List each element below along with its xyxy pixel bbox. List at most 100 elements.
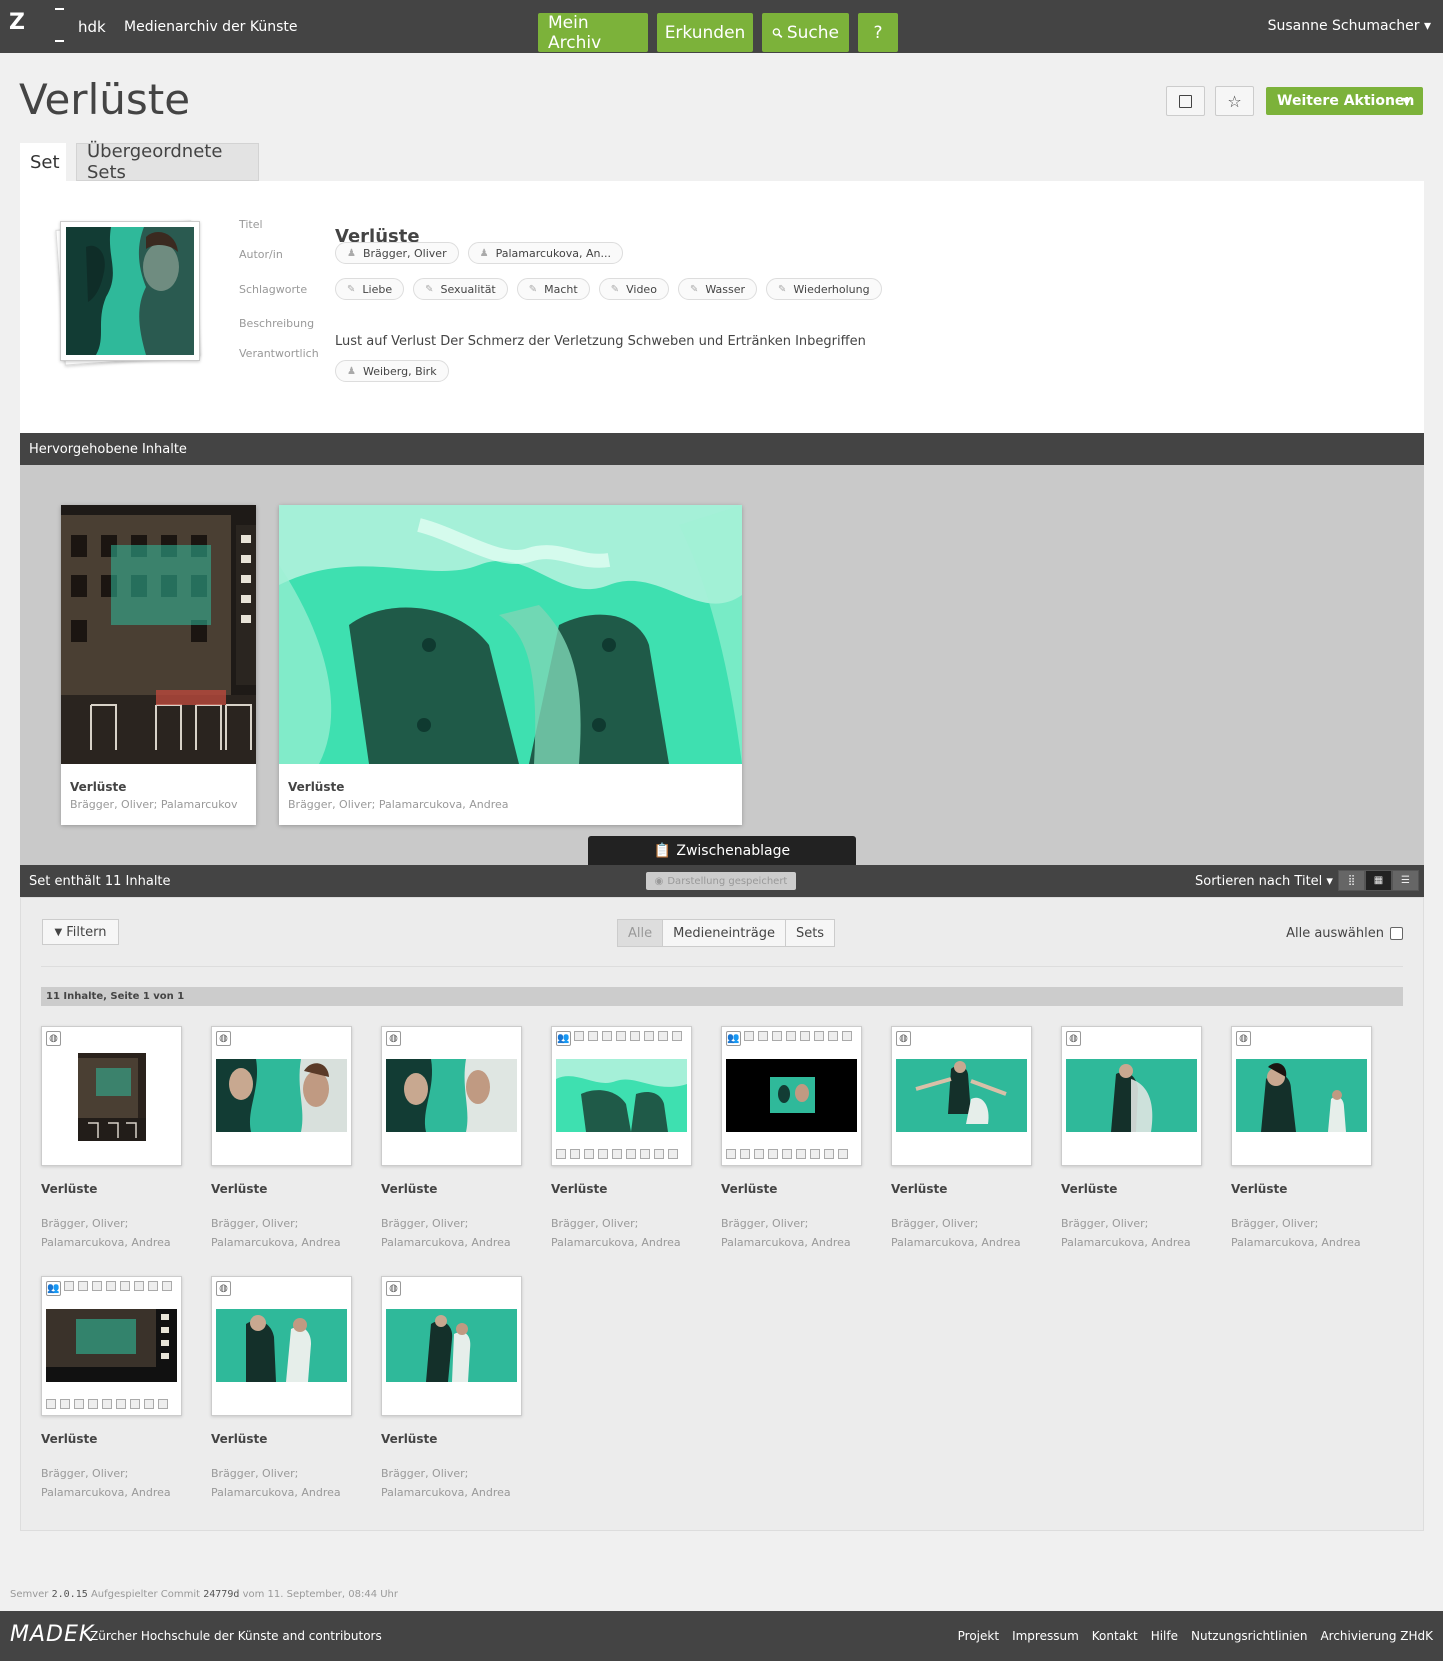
keyword-chip[interactable]: ✎ Video — [598, 278, 669, 300]
person-icon: ♟ — [347, 365, 356, 377]
footer-link-archivierung[interactable]: Archivierung ZHdK — [1320, 1629, 1433, 1643]
view-saved-badge: ◉ Darstellung gespeichert — [646, 872, 796, 890]
page-info: 11 Inhalte, Seite 1 von 1 — [41, 987, 1403, 1006]
grid-item-set[interactable]: 👥 Verlüste Brägger, Oliver; Palamarcukov… — [551, 1026, 692, 1256]
select-checkbox-button[interactable] — [1166, 86, 1205, 116]
keyword-chip[interactable]: ✎ Liebe — [335, 278, 405, 300]
media-thumbnail — [386, 1059, 517, 1132]
filter-button[interactable]: ▼ Filtern — [42, 919, 119, 945]
footer-link-nutzungsrichtlinien[interactable]: Nutzungsrichtlinien — [1191, 1629, 1307, 1643]
highlight-image — [279, 505, 742, 764]
label-keywords: Schlagworte — [239, 283, 308, 296]
view-list-icon[interactable]: ☰ — [1392, 870, 1419, 891]
main-nav: Mein Archiv Erkunden Suche ? — [538, 13, 898, 53]
caret-down-icon: ▼ — [1402, 94, 1411, 108]
brand-title[interactable]: Medienarchiv der Künste — [124, 19, 298, 35]
footer-link-hilfe[interactable]: Hilfe — [1151, 1629, 1178, 1643]
more-actions-button[interactable]: Weitere Aktionen ▼ — [1266, 87, 1423, 115]
keyword-chip[interactable]: ✎ Macht — [516, 278, 590, 300]
author-chips: ♟ Brägger, Oliver ♟ Palamarcukova, An... — [335, 242, 623, 264]
clipboard-button[interactable]: 📋 Zwischenablage — [588, 836, 856, 866]
grid-item-set[interactable]: 👥 Verlüste Brägger, Oliver; Palamarcukov… — [41, 1276, 182, 1506]
tag-icon: ✎ — [778, 283, 787, 295]
label-author: Autor/in — [239, 248, 283, 261]
grid-item[interactable]: ◍ Verlüste Brägger, Oliver; Palamarcukov… — [41, 1026, 182, 1256]
search-icon — [772, 27, 783, 38]
brand-hdk[interactable]: hdk — [78, 18, 106, 36]
keyword-chips: ✎ Liebe ✎ Sexualität ✎ Macht ✎ Video ✎ Wasser… — [335, 278, 882, 300]
type-segmented-control: Alle Medieneinträge Sets — [617, 919, 836, 947]
media-thumbnail — [896, 1059, 1027, 1132]
clipboard-icon: 📋 — [653, 843, 672, 859]
zhdk-logo[interactable]: Z — [9, 10, 25, 35]
keyword-chip[interactable]: ✎ Wasser — [677, 278, 757, 300]
media-thumbnail — [46, 1309, 177, 1382]
tab-parent-sets[interactable]: Übergeordnete Sets — [76, 141, 259, 183]
build-info: Semver 2.0.15 Aufgespielter Commit 24779… — [10, 1589, 398, 1600]
highlight-image — [61, 505, 256, 764]
group-icon: 👥 — [726, 1031, 741, 1046]
keyword-chip[interactable]: ✎ Wiederholung — [766, 278, 882, 300]
label-title: Titel — [239, 218, 263, 231]
tag-icon: ✎ — [425, 283, 434, 295]
meta-description-value: Lust auf Verlust Der Schmerz der Verletz… — [335, 334, 866, 349]
highlight-card[interactable]: Verlüste Brägger, Oliver; Palamarcukov — [61, 505, 256, 825]
grid-item[interactable]: ◍ Verlüste Brägger, Oliver; Palamarcukov… — [211, 1026, 352, 1256]
footer-link-kontakt[interactable]: Kontakt — [1092, 1629, 1138, 1643]
favorite-button[interactable]: ☆ — [1215, 86, 1254, 116]
footer-link-projekt[interactable]: Projekt — [958, 1629, 999, 1643]
responsible-chip[interactable]: ♟ Weiberg, Birk — [335, 360, 449, 382]
tag-icon: ✎ — [347, 283, 356, 295]
select-all[interactable]: Alle auswählen — [1286, 926, 1403, 941]
media-thumbnail — [556, 1059, 687, 1132]
media-thumbnail — [386, 1309, 517, 1382]
responsible-chips: ♟ Weiberg, Birk — [335, 360, 449, 382]
grid-item[interactable]: ◍ Verlüste Brägger, Oliver; Palamarcukov… — [891, 1026, 1032, 1256]
nav-erkunden-button[interactable]: Erkunden — [657, 13, 753, 52]
author-chip[interactable]: ♟ Palamarcukova, An... — [467, 242, 623, 264]
help-button[interactable]: ? — [858, 13, 898, 52]
grid-item[interactable]: ◍ Verlüste Brägger, Oliver; Palamarcukov… — [381, 1026, 522, 1256]
grid-item[interactable]: ◍ Verlüste Brägger, Oliver; Palamarcukov… — [1061, 1026, 1202, 1256]
globe-icon: ◍ — [386, 1031, 401, 1046]
author-chip[interactable]: ♟ Brägger, Oliver — [335, 242, 459, 264]
set-thumbnail[interactable] — [55, 220, 201, 366]
media-thumbnail — [216, 1059, 347, 1132]
grid-item[interactable]: ◍ Verlüste Brägger, Oliver; Palamarcukov… — [1231, 1026, 1372, 1256]
globe-icon: ◍ — [896, 1031, 911, 1046]
segment-all[interactable]: Alle — [618, 920, 664, 946]
highlights-area: Verlüste Brägger, Oliver; Palamarcukov V… — [20, 465, 1424, 865]
view-grid-icon[interactable]: ▦ — [1365, 870, 1392, 891]
highlight-card[interactable]: Verlüste Brägger, Oliver; Palamarcukova,… — [279, 505, 742, 825]
view-tiny-grid-icon[interactable]: ⣿ — [1338, 870, 1365, 891]
highlights-header: Hervorgehobene Inhalte — [20, 433, 1424, 465]
logo-bars-icon — [55, 6, 67, 44]
grid-item[interactable]: ◍ Verlüste Brägger, Oliver; Palamarcukov… — [381, 1276, 522, 1506]
footer-link-impressum[interactable]: Impressum — [1012, 1629, 1079, 1643]
segment-media-entries[interactable]: Medieneinträge — [663, 920, 786, 946]
label-description: Beschreibung — [239, 317, 315, 330]
media-thumbnail — [78, 1053, 146, 1141]
checkbox-icon — [1179, 94, 1192, 108]
globe-icon: ◍ — [1066, 1031, 1081, 1046]
grid-item-set[interactable]: 👥 Verlüste Brägger, Oliver; Palamarcukov… — [721, 1026, 862, 1256]
content-count: Set enthält 11 Inhalte — [29, 874, 171, 889]
group-icon: 👥 — [556, 1031, 571, 1046]
footer-copyright: Zürcher Hochschule der Künste and contri… — [90, 1629, 382, 1643]
segment-sets[interactable]: Sets — [785, 920, 835, 946]
keyword-chip[interactable]: ✎ Sexualität — [413, 278, 508, 300]
tab-set[interactable]: Set — [20, 143, 66, 181]
filter-icon: ▼ — [54, 926, 63, 938]
sort-dropdown[interactable]: Sortieren nach Titel ▾ — [1195, 874, 1333, 889]
group-icon: 👥 — [46, 1281, 61, 1296]
select-all-checkbox[interactable] — [1390, 927, 1403, 940]
nav-mein-archiv-button[interactable]: Mein Archiv — [538, 13, 648, 53]
page-title: Verlüste — [19, 75, 191, 124]
grid-item[interactable]: ◍ Verlüste Brägger, Oliver; Palamarcukov… — [211, 1276, 352, 1506]
nav-suche-button[interactable]: Suche — [762, 13, 849, 52]
user-menu[interactable]: Susanne Schumacher ▾ — [1268, 18, 1431, 34]
tag-icon: ✎ — [528, 283, 538, 295]
top-bar: Z hdk Medienarchiv der Künste Mein Archi… — [0, 0, 1443, 53]
madek-logo[interactable]: MADEK — [10, 1622, 94, 1647]
set-cover-image — [66, 227, 194, 355]
